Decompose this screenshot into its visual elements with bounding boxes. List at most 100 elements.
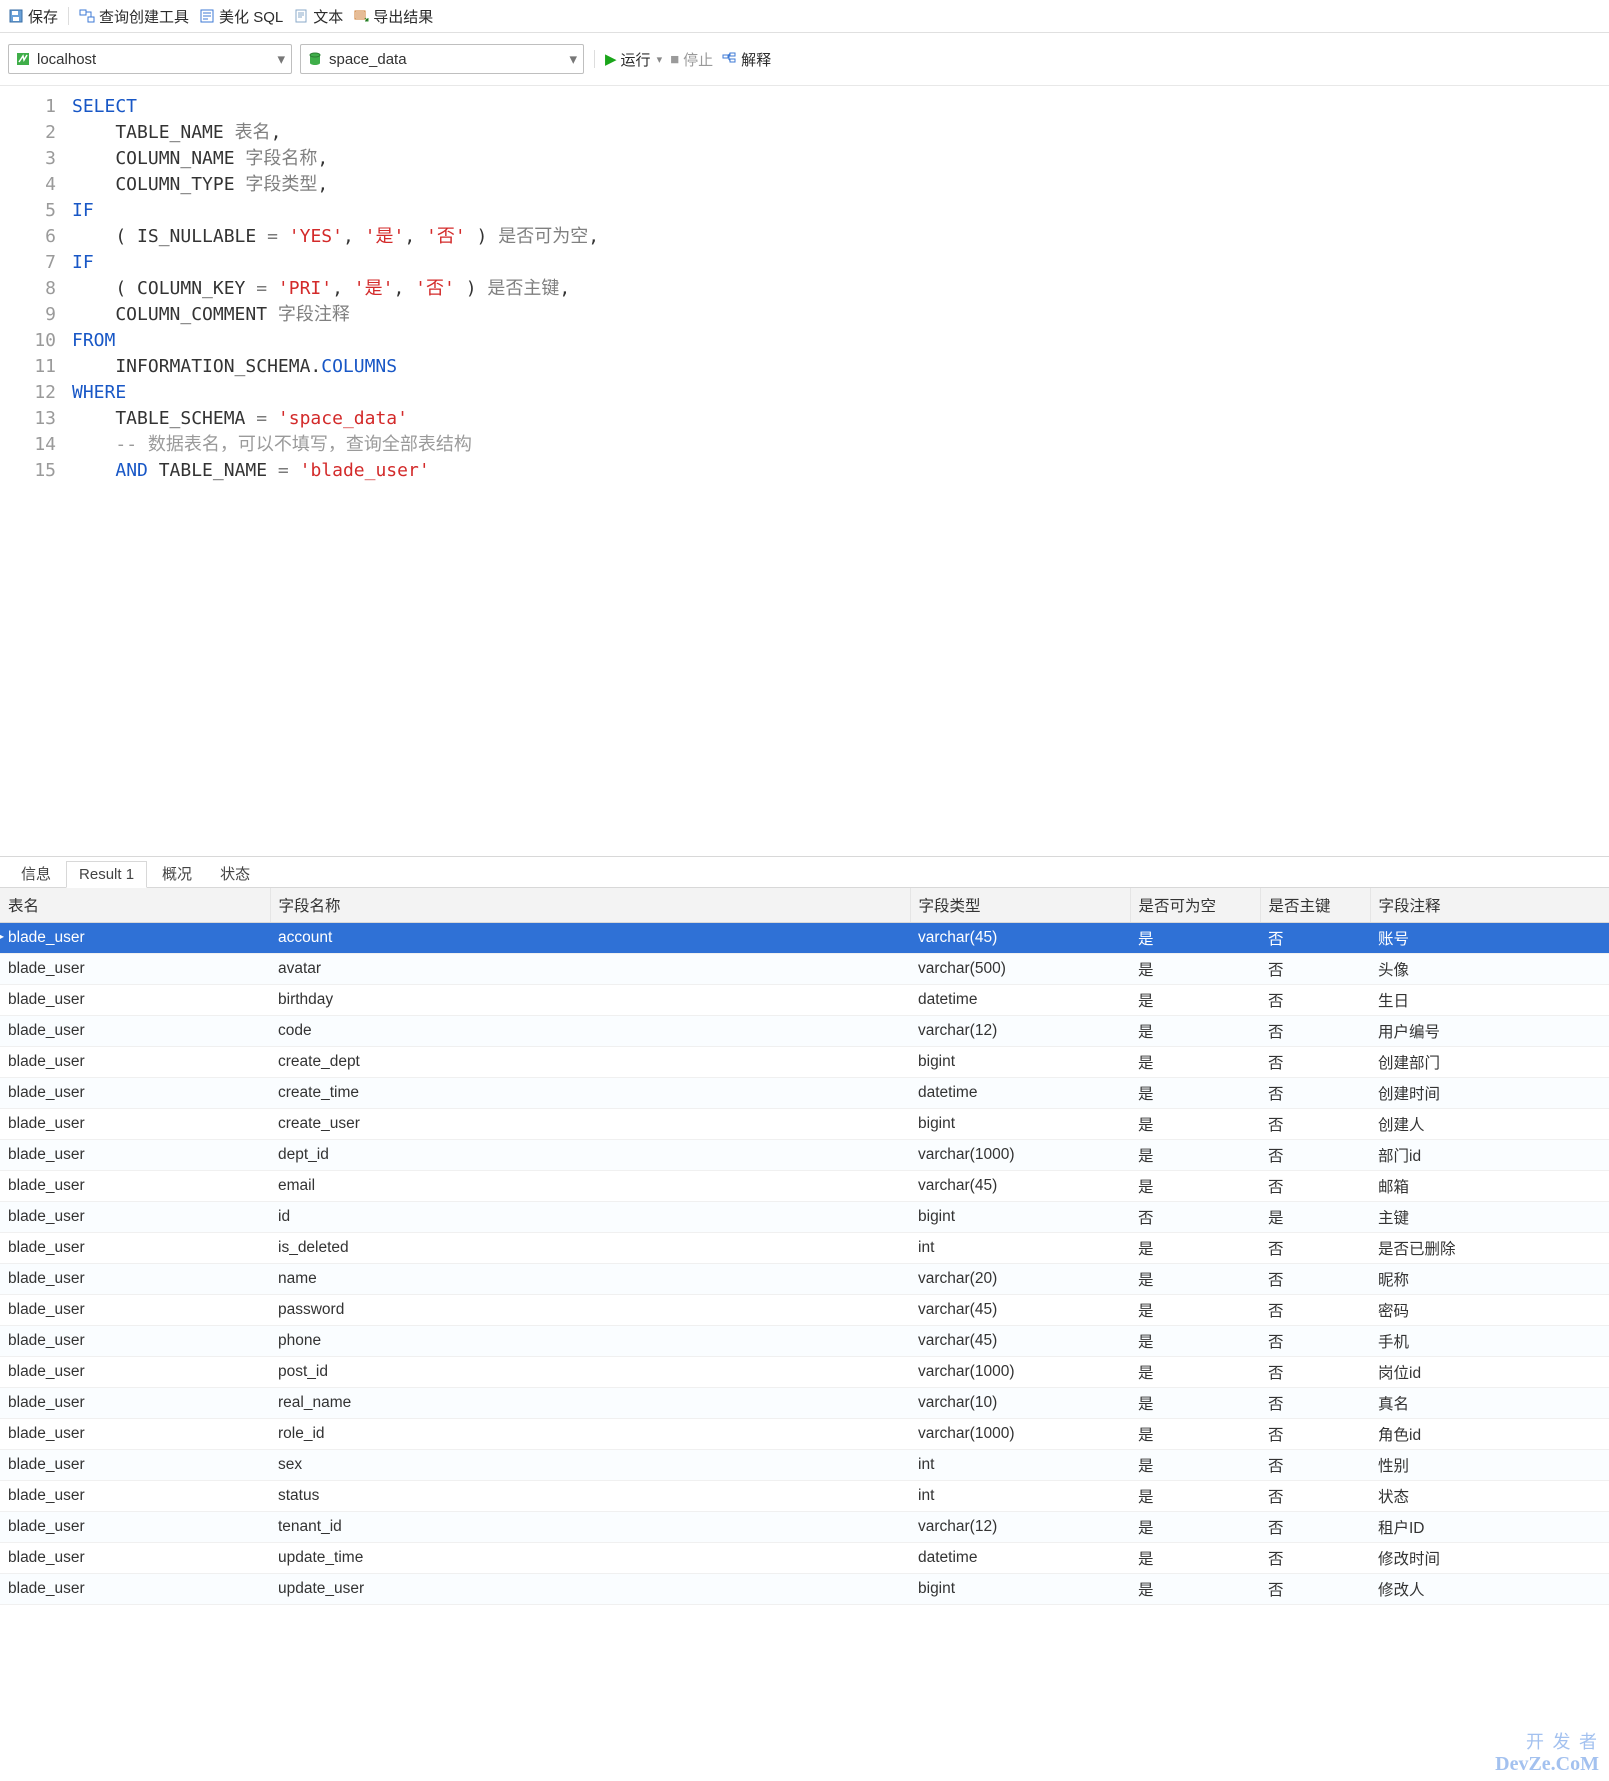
table-row[interactable]: blade_userphonevarchar(45)是否手机 <box>0 1326 1609 1357</box>
code-line[interactable]: COLUMN_COMMENT 字段注释 <box>72 302 1609 328</box>
table-cell[interactable]: status <box>270 1481 910 1512</box>
table-cell[interactable]: 否 <box>1260 1140 1370 1171</box>
table-cell[interactable]: 主键 <box>1370 1202 1609 1233</box>
table-row[interactable]: blade_usercreate_userbigint是否创建人 <box>0 1109 1609 1140</box>
tab-info[interactable]: 信息 <box>8 858 64 888</box>
table-cell[interactable]: blade_user <box>0 1419 270 1450</box>
table-cell[interactable]: create_user <box>270 1109 910 1140</box>
table-cell[interactable]: blade_user <box>0 1109 270 1140</box>
table-cell[interactable]: blade_user <box>0 1140 270 1171</box>
table-cell[interactable]: 是 <box>1130 923 1260 954</box>
table-cell[interactable]: 是 <box>1130 1171 1260 1202</box>
table-cell[interactable]: varchar(500) <box>910 954 1130 985</box>
table-cell[interactable]: 否 <box>1260 1512 1370 1543</box>
table-row[interactable]: blade_userbirthdaydatetime是否生日 <box>0 985 1609 1016</box>
table-row[interactable]: blade_usernamevarchar(20)是否昵称 <box>0 1264 1609 1295</box>
table-cell[interactable]: int <box>910 1450 1130 1481</box>
table-cell[interactable]: 否 <box>1260 1016 1370 1047</box>
code-line[interactable]: COLUMN_NAME 字段名称, <box>72 146 1609 172</box>
save-button[interactable]: 保存 <box>6 6 60 27</box>
tab-profile[interactable]: 概况 <box>149 858 205 888</box>
column-header[interactable]: 表名 <box>0 888 270 923</box>
table-cell[interactable]: 是 <box>1130 1295 1260 1326</box>
table-cell[interactable]: 否 <box>1260 1233 1370 1264</box>
table-cell[interactable]: 是 <box>1130 1078 1260 1109</box>
table-cell[interactable]: 昵称 <box>1370 1264 1609 1295</box>
table-cell[interactable]: int <box>910 1481 1130 1512</box>
run-dropdown-chevron[interactable]: ▾ <box>657 53 663 66</box>
table-cell[interactable]: name <box>270 1264 910 1295</box>
table-cell[interactable]: 否 <box>1260 1326 1370 1357</box>
table-cell[interactable]: blade_user <box>0 1450 270 1481</box>
table-cell[interactable]: blade_user <box>0 1574 270 1605</box>
table-cell[interactable]: bigint <box>910 1109 1130 1140</box>
table-cell[interactable]: is_deleted <box>270 1233 910 1264</box>
table-cell[interactable]: 创建时间 <box>1370 1078 1609 1109</box>
table-cell[interactable]: 是 <box>1260 1202 1370 1233</box>
table-cell[interactable]: tenant_id <box>270 1512 910 1543</box>
table-cell[interactable]: 是 <box>1130 1574 1260 1605</box>
table-cell[interactable]: 生日 <box>1370 985 1609 1016</box>
table-cell[interactable]: 否 <box>1260 1481 1370 1512</box>
table-cell[interactable]: 是 <box>1130 1233 1260 1264</box>
table-cell[interactable]: 头像 <box>1370 954 1609 985</box>
table-cell[interactable]: code <box>270 1016 910 1047</box>
table-cell[interactable]: 否 <box>1260 1388 1370 1419</box>
table-cell[interactable]: blade_user <box>0 1202 270 1233</box>
tab-status[interactable]: 状态 <box>207 858 263 888</box>
table-cell[interactable]: blade_user <box>0 1512 270 1543</box>
table-cell[interactable]: varchar(12) <box>910 1512 1130 1543</box>
table-cell[interactable]: blade_user <box>0 1047 270 1078</box>
table-row[interactable]: blade_usercreate_timedatetime是否创建时间 <box>0 1078 1609 1109</box>
table-cell[interactable]: varchar(45) <box>910 1326 1130 1357</box>
code-line[interactable]: ( IS_NULLABLE = 'YES', '是', '否' ) 是否可为空, <box>72 224 1609 250</box>
code-area[interactable]: SELECT TABLE_NAME 表名, COLUMN_NAME 字段名称, … <box>66 86 1609 856</box>
table-cell[interactable]: 密码 <box>1370 1295 1609 1326</box>
table-cell[interactable]: varchar(10) <box>910 1388 1130 1419</box>
table-row[interactable]: blade_userupdate_userbigint是否修改人 <box>0 1574 1609 1605</box>
table-cell[interactable]: 否 <box>1260 1047 1370 1078</box>
text-button[interactable]: 文本 <box>291 6 345 27</box>
table-cell[interactable]: datetime <box>910 985 1130 1016</box>
table-cell[interactable]: avatar <box>270 954 910 985</box>
table-cell[interactable]: create_time <box>270 1078 910 1109</box>
table-cell[interactable]: varchar(1000) <box>910 1357 1130 1388</box>
table-row[interactable]: blade_usercreate_deptbigint是否创建部门 <box>0 1047 1609 1078</box>
table-cell[interactable]: 账号 <box>1370 923 1609 954</box>
explain-button[interactable]: 解释 <box>721 49 771 70</box>
table-cell[interactable]: bigint <box>910 1574 1130 1605</box>
table-cell[interactable]: 性别 <box>1370 1450 1609 1481</box>
table-cell[interactable]: bigint <box>910 1047 1130 1078</box>
table-cell[interactable]: 是 <box>1130 954 1260 985</box>
column-header[interactable]: 是否主键 <box>1260 888 1370 923</box>
table-row[interactable]: blade_userstatusint是否状态 <box>0 1481 1609 1512</box>
result-grid[interactable]: 表名字段名称字段类型是否可为空是否主键字段注释 blade_useraccoun… <box>0 888 1609 1781</box>
table-cell[interactable]: varchar(20) <box>910 1264 1130 1295</box>
table-cell[interactable]: 是否已删除 <box>1370 1233 1609 1264</box>
table-row[interactable]: blade_usertenant_idvarchar(12)是否租户ID <box>0 1512 1609 1543</box>
table-cell[interactable]: sex <box>270 1450 910 1481</box>
table-row[interactable]: blade_useridbigint否是主键 <box>0 1202 1609 1233</box>
table-cell[interactable]: 否 <box>1260 1078 1370 1109</box>
table-cell[interactable]: blade_user <box>0 1326 270 1357</box>
table-cell[interactable]: 否 <box>1260 985 1370 1016</box>
table-cell[interactable]: bigint <box>910 1202 1130 1233</box>
table-cell[interactable]: role_id <box>270 1419 910 1450</box>
connection-dropdown[interactable]: localhost ▾ <box>8 44 292 74</box>
table-row[interactable]: blade_userdept_idvarchar(1000)是否部门id <box>0 1140 1609 1171</box>
code-line[interactable]: WHERE <box>72 380 1609 406</box>
table-cell[interactable]: 是 <box>1130 985 1260 1016</box>
code-line[interactable]: FROM <box>72 328 1609 354</box>
table-cell[interactable]: blade_user <box>0 1388 270 1419</box>
query-builder-button[interactable]: 查询创建工具 <box>77 6 191 27</box>
table-cell[interactable]: 是 <box>1130 1543 1260 1574</box>
code-line[interactable]: -- 数据表名，可以不填写，查询全部表结构 <box>72 432 1609 458</box>
table-row[interactable]: blade_userpasswordvarchar(45)是否密码 <box>0 1295 1609 1326</box>
table-cell[interactable]: varchar(12) <box>910 1016 1130 1047</box>
column-header[interactable]: 是否可为空 <box>1130 888 1260 923</box>
code-line[interactable]: TABLE_SCHEMA = 'space_data' <box>72 406 1609 432</box>
table-cell[interactable]: int <box>910 1233 1130 1264</box>
table-cell[interactable]: blade_user <box>0 1481 270 1512</box>
table-row[interactable]: blade_useraccountvarchar(45)是否账号 <box>0 923 1609 954</box>
code-line[interactable]: AND TABLE_NAME = 'blade_user' <box>72 458 1609 484</box>
